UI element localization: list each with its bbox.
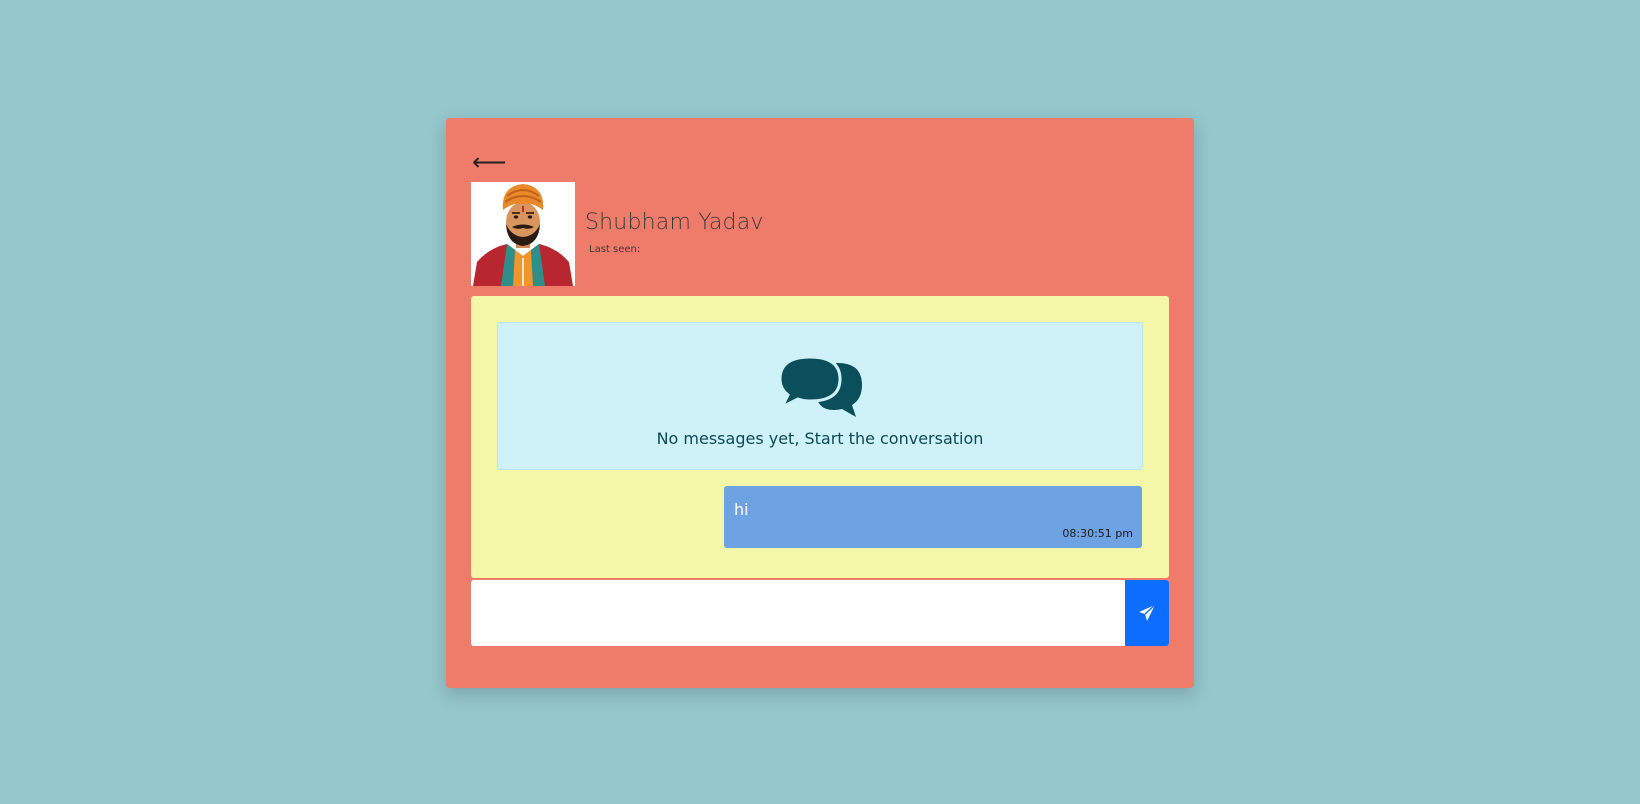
message-input[interactable]	[471, 580, 1123, 646]
send-button[interactable]	[1125, 580, 1169, 646]
chat-bubbles-icon	[778, 355, 862, 417]
empty-state-text: No messages yet, Start the conversation	[656, 429, 984, 448]
composer	[471, 580, 1169, 646]
last-seen-text: Last seen:	[589, 244, 641, 255]
chat-card: ⟵ Shubham Yadav Last seen: No messages y…	[446, 118, 1194, 688]
back-arrow-icon[interactable]: ⟵	[472, 150, 506, 174]
avatar-illustration	[471, 182, 575, 286]
paper-plane-icon	[1139, 604, 1156, 621]
avatar	[471, 182, 575, 286]
empty-state: No messages yet, Start the conversation	[497, 322, 1143, 470]
message-text: hi	[734, 500, 749, 519]
message-list: No messages yet, Start the conversation …	[471, 296, 1169, 578]
outgoing-message: hi 08:30:51 pm	[724, 486, 1142, 548]
message-timestamp: 08:30:51 pm	[1062, 527, 1133, 540]
contact-name: Shubham Yadav	[585, 210, 764, 235]
